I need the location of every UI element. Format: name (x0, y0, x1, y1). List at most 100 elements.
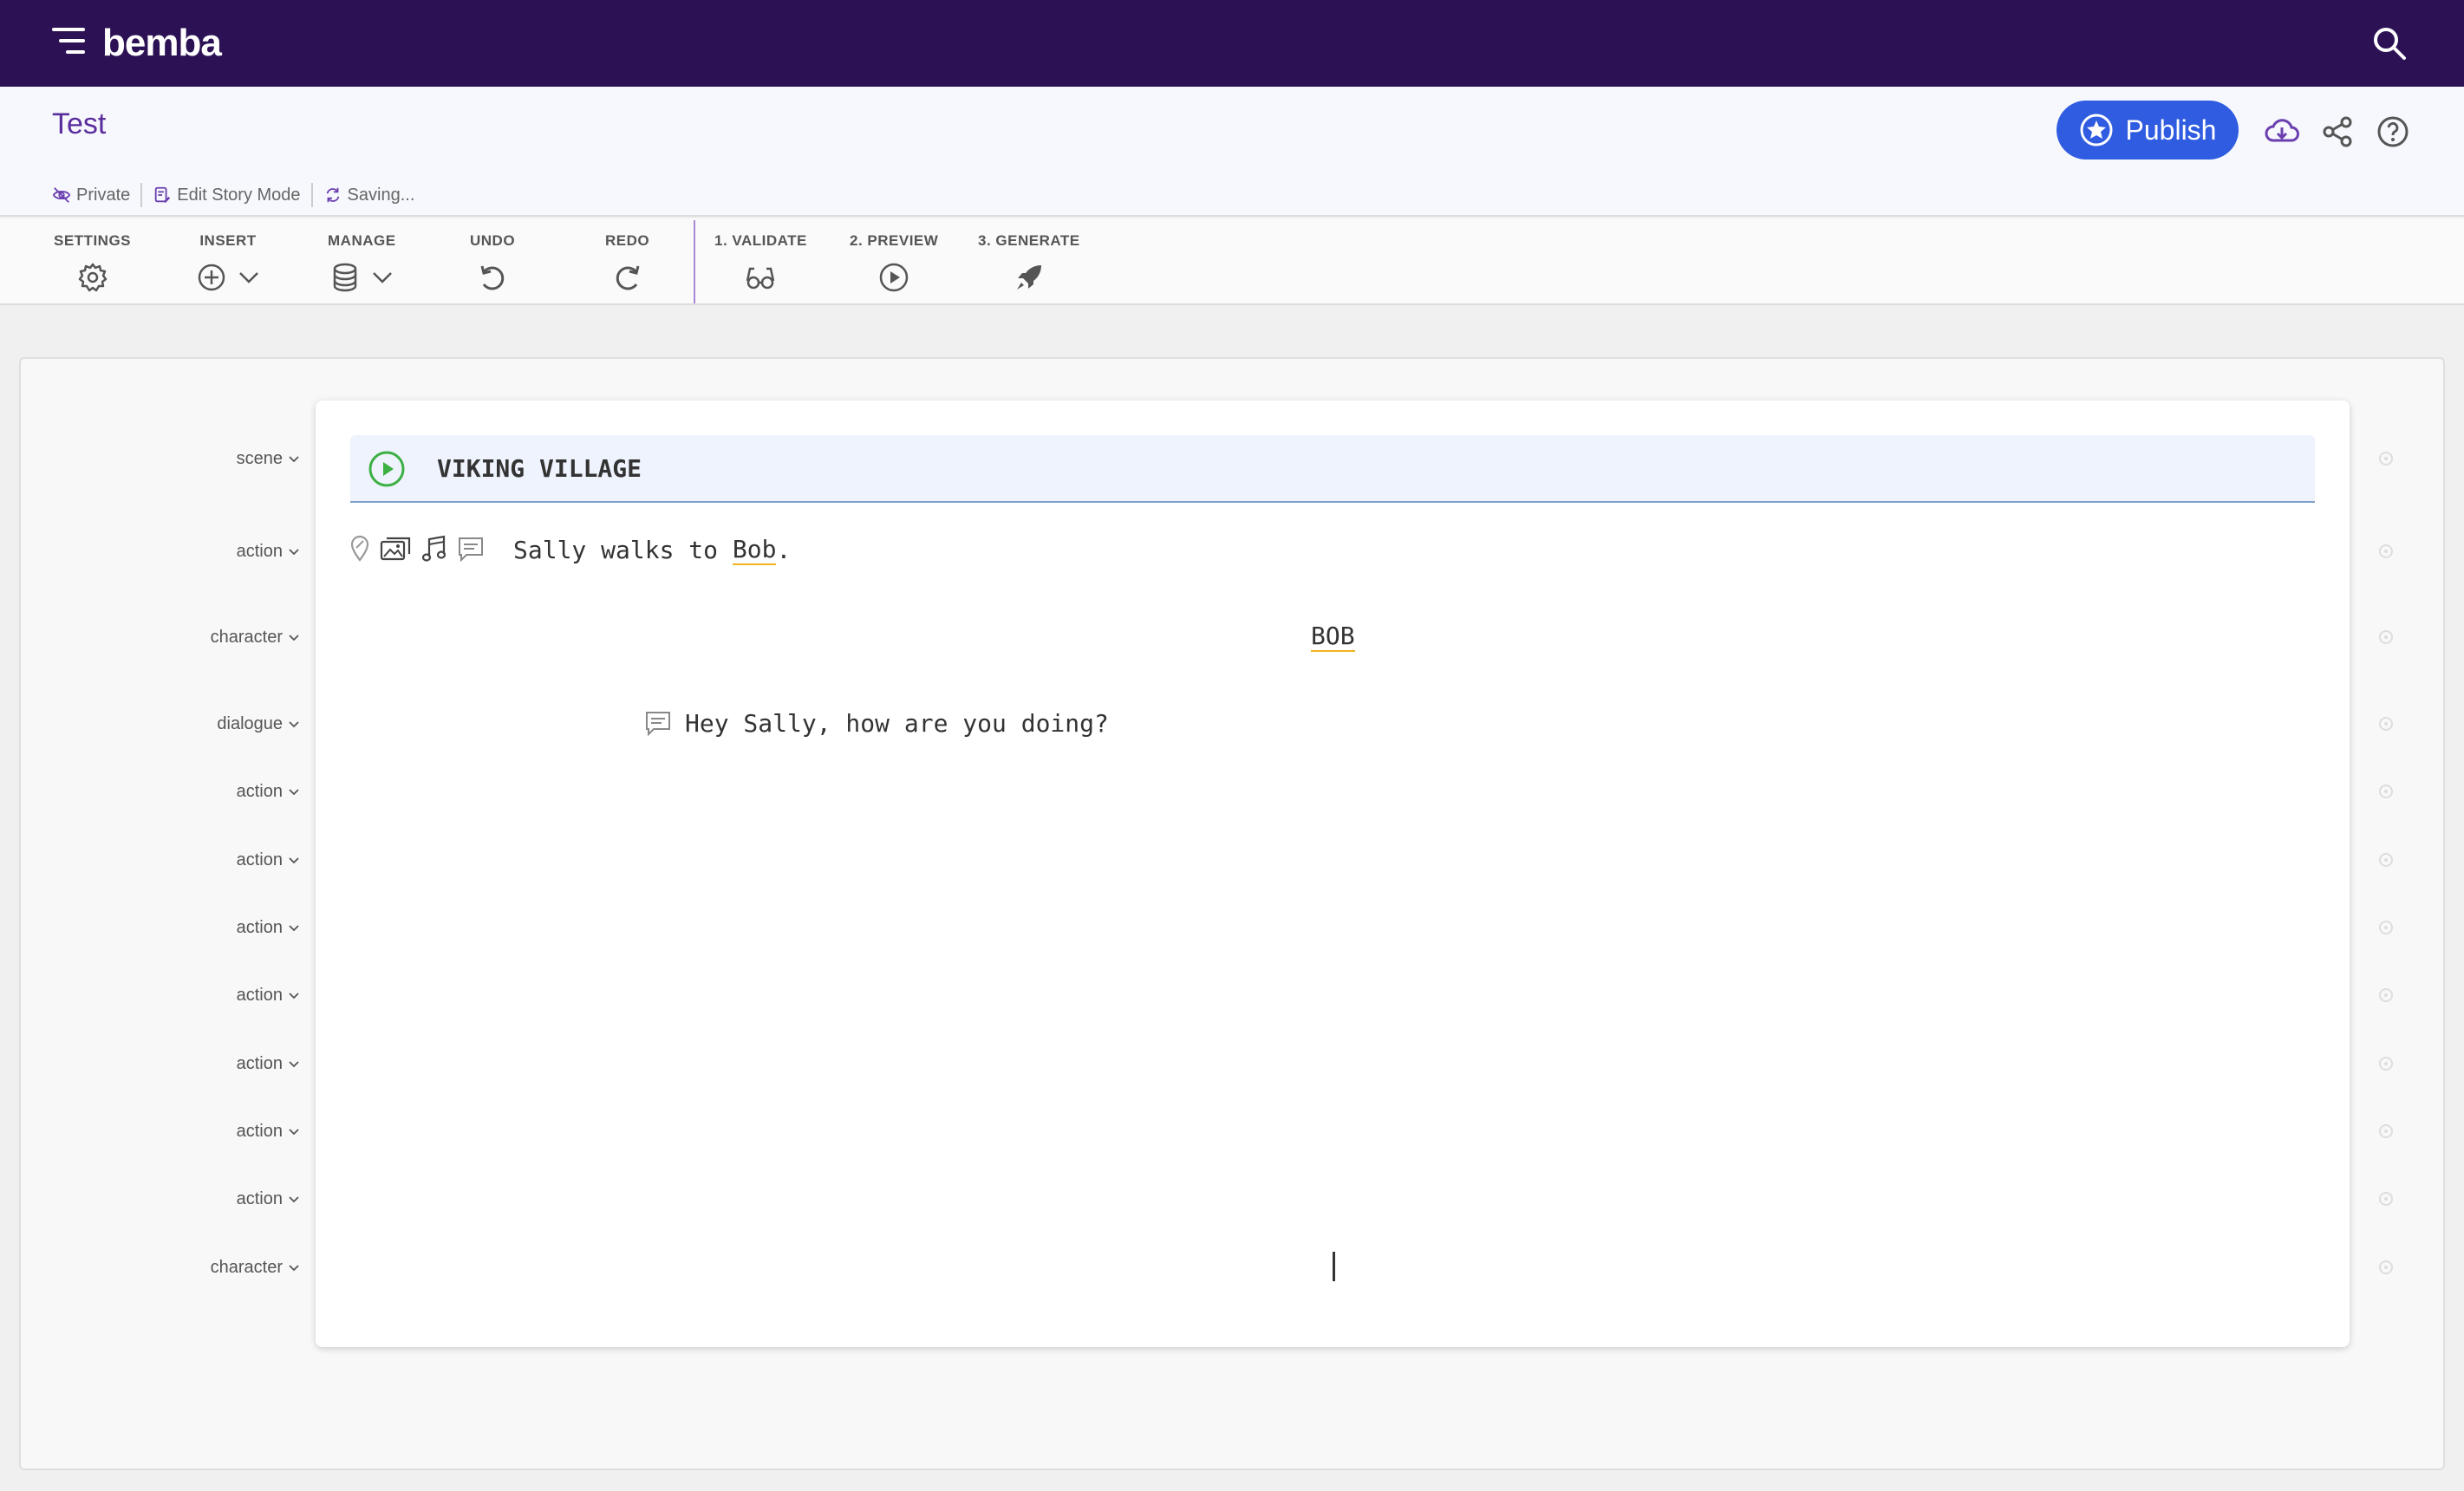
play-circle-icon (879, 263, 909, 292)
chevron-down-icon (289, 857, 299, 864)
visibility-toggle[interactable]: Private (52, 186, 130, 205)
database-icon (334, 263, 357, 292)
app-logo[interactable]: bemba (102, 19, 222, 68)
row-handle-icon[interactable] (2377, 715, 2395, 732)
row-type-label: character (210, 1258, 283, 1277)
row-type-label: action (236, 1054, 283, 1073)
help-icon[interactable] (2376, 114, 2410, 149)
eye-off-icon (52, 187, 71, 203)
glasses-icon (746, 267, 775, 290)
row-handle-icon[interactable] (2377, 919, 2395, 936)
chevron-down-icon (289, 1265, 299, 1272)
redo-label: REDO (605, 232, 650, 249)
comment-icon[interactable] (456, 534, 486, 563)
document-meta: Private Edit Story Mode Saving... (52, 182, 414, 208)
chevron-down-icon (289, 1129, 299, 1136)
dialogue-line-tools (643, 708, 673, 738)
row-type-select-character[interactable]: character (211, 624, 300, 650)
row-type-select-dialogue[interactable]: dialogue (217, 711, 300, 737)
row-handle-icon[interactable] (2377, 986, 2395, 1004)
row-handle-icon[interactable] (2377, 783, 2395, 800)
comment-icon[interactable] (643, 708, 673, 738)
dialogue-text: Hey Sally, how are you doing? (685, 708, 1109, 738)
search-icon[interactable] (2370, 24, 2409, 62)
row-handle-icon[interactable] (2377, 1259, 2395, 1276)
meta-divider (140, 183, 143, 207)
row-type-select-action[interactable]: action (237, 778, 300, 804)
row-type-label: action (236, 918, 283, 937)
music-note-icon[interactable] (421, 534, 447, 563)
row-type-select-action[interactable]: action (237, 982, 300, 1008)
settings-button[interactable]: SETTINGS (54, 231, 131, 300)
row-type-select-action[interactable]: action (237, 915, 300, 941)
row-type-select-action[interactable]: action (237, 538, 300, 564)
row-handle-icon[interactable] (2377, 450, 2395, 467)
manage-menu[interactable]: MANAGE (328, 231, 396, 300)
top-navigation-bar: bemba (0, 0, 2464, 87)
character-mention[interactable]: Bob (732, 535, 777, 565)
row-type-label: scene (236, 449, 283, 468)
row-type-label: action (236, 782, 283, 801)
undo-label: UNDO (470, 232, 516, 249)
preview-label: 2. PREVIEW (850, 232, 939, 249)
insert-menu[interactable]: INSERT (196, 231, 260, 300)
row-type-select-action[interactable]: action (237, 1186, 300, 1212)
scene-heading-text[interactable]: VIKING VILLAGE (437, 435, 642, 503)
document-header: Test Private Edit Story Mode Saving... P… (0, 87, 2464, 217)
row-handle-icon[interactable] (2377, 1190, 2395, 1208)
row-type-label: action (236, 542, 283, 561)
row-type-select-action[interactable]: action (237, 1051, 300, 1077)
row-type-select-action[interactable]: action (237, 1118, 300, 1144)
cloud-download-icon[interactable] (2265, 114, 2299, 149)
scene-heading-row[interactable]: VIKING VILLAGE (350, 435, 2315, 503)
row-handle-icon[interactable] (2377, 1123, 2395, 1140)
meta-divider (310, 183, 313, 207)
character-line[interactable]: BOB (1311, 617, 1355, 655)
chevron-down-icon (289, 925, 299, 932)
row-type-label: action (236, 1189, 283, 1208)
editor-toolbar: SETTINGS INSERT MANAGE UNDO REDO 1. VALI… (0, 218, 2464, 305)
publish-button[interactable]: Publish (2057, 101, 2239, 160)
row-type-select-action[interactable]: action (237, 847, 300, 873)
share-icon[interactable] (2320, 114, 2355, 149)
menu-icon[interactable] (52, 26, 88, 55)
row-handle-icon[interactable] (2377, 628, 2395, 646)
row-type-label: action (236, 1122, 283, 1141)
row-type-label: character (210, 628, 283, 647)
row-handle-icon[interactable] (2377, 543, 2395, 560)
location-pin-icon[interactable] (349, 534, 371, 563)
undo-button[interactable]: UNDO (470, 231, 515, 300)
row-type-select-character[interactable]: character (211, 1254, 300, 1280)
row-handle-icon[interactable] (2377, 851, 2395, 869)
images-icon[interactable] (380, 534, 413, 563)
validate-button[interactable]: 1. VALIDATE (714, 231, 807, 300)
action-text: Sally walks to (513, 535, 733, 564)
text-cursor (1333, 1252, 1335, 1281)
edit-mode-toggle[interactable]: Edit Story Mode (153, 185, 301, 205)
row-type-label: action (236, 986, 283, 1005)
action-line[interactable]: Sally walks to Bob. (513, 531, 791, 569)
document-title[interactable]: Test (52, 107, 106, 141)
edit-mode-label: Edit Story Mode (177, 185, 301, 205)
star-badge-icon (2080, 114, 2113, 146)
edit-document-icon (155, 186, 171, 204)
redo-button[interactable]: REDO (605, 231, 649, 300)
action-text-suffix: . (776, 535, 792, 564)
generate-button[interactable]: 3. GENERATE (978, 231, 1080, 300)
play-scene-icon[interactable] (368, 450, 406, 488)
save-status-label: Saving... (347, 185, 415, 205)
dialogue-line[interactable]: Hey Sally, how are you doing? (685, 704, 1109, 742)
generate-label: 3. GENERATE (978, 232, 1080, 249)
chevron-down-icon (373, 272, 393, 283)
character-name[interactable]: BOB (1311, 622, 1355, 652)
row-type-select-scene[interactable]: scene (237, 446, 300, 472)
row-handle-icon[interactable] (2377, 1055, 2395, 1072)
preview-button[interactable]: 2. PREVIEW (850, 231, 938, 300)
redo-icon (616, 265, 640, 290)
chevron-down-icon (289, 1196, 299, 1203)
save-status: Saving... (323, 185, 415, 205)
visibility-label: Private (76, 185, 131, 205)
chevron-down-icon (289, 456, 299, 463)
chevron-down-icon (289, 635, 299, 641)
chevron-down-icon (289, 789, 299, 796)
